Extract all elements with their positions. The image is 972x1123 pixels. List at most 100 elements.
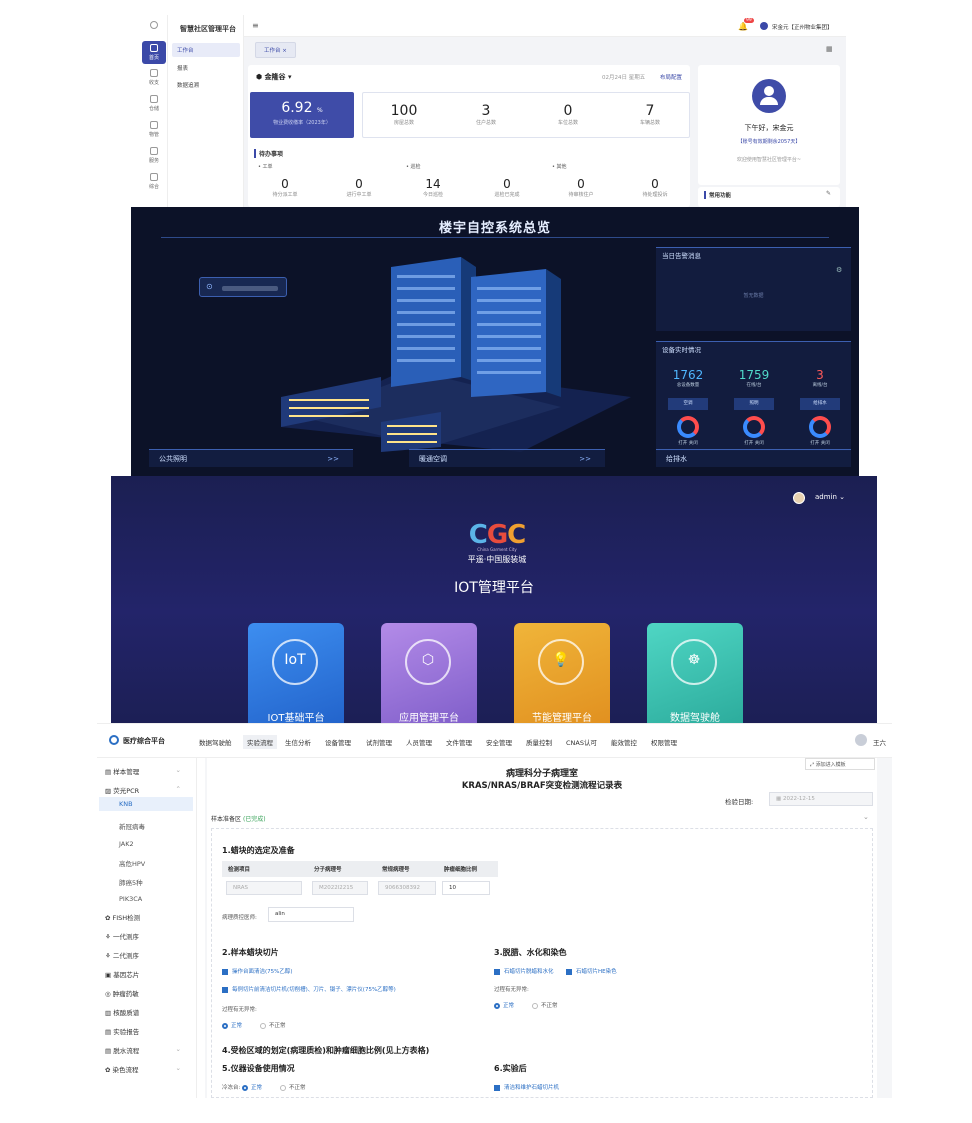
sidebar-item-chip[interactable]: ▣ 基因芯片: [105, 969, 195, 979]
todo-item[interactable]: 0 待处理投诉: [618, 177, 692, 198]
menu-toggle-icon[interactable]: ≡: [252, 21, 259, 30]
sidebar-item-jak2[interactable]: JAK2: [119, 840, 209, 848]
todo-item[interactable]: 0 进行中工单: [322, 177, 396, 198]
bottom-public-lighting[interactable]: 公共照明 >>: [149, 449, 353, 467]
todo-item[interactable]: 14 今日巡检: [396, 177, 470, 198]
sidebar-item-hpv[interactable]: 高危HPV: [119, 858, 209, 868]
todo-item[interactable]: 0 巡检已完成: [470, 177, 544, 198]
sidebar-item-pik3ca[interactable]: PIK3CA: [119, 895, 209, 903]
tab-workbench[interactable]: 工作台 ×: [255, 42, 296, 58]
tab-hvac[interactable]: 空调: [668, 398, 708, 410]
radio-abnormal[interactable]: 不正常: [280, 1083, 306, 1091]
sidebar-label: 二代测序: [112, 952, 139, 960]
avatar[interactable]: [760, 22, 768, 30]
user-name[interactable]: 王六: [873, 737, 886, 747]
user-name[interactable]: 宋金元【正州物业集团】: [772, 23, 833, 31]
doctor-input[interactable]: alin: [268, 907, 354, 922]
tile-iot-base[interactable]: IoT IOT基础平台: [248, 623, 344, 723]
rail-item-general[interactable]: 综合: [142, 173, 166, 190]
table-cell[interactable]: 10: [442, 881, 490, 895]
logo-letter: G: [486, 520, 508, 550]
location-pin-icon: ⊙: [206, 282, 213, 291]
bell-icon[interactable]: 🔔: [738, 22, 748, 31]
sidebar-item-lung5[interactable]: 肺癌5种: [119, 877, 209, 887]
kpi-vehicles: 7 车辆总数: [609, 103, 691, 126]
rail-item-finance[interactable]: 收支: [142, 69, 166, 86]
radio-abnormal[interactable]: 不正常: [260, 1021, 286, 1029]
nav-experiment-flow[interactable]: 实验流程: [243, 735, 277, 749]
checkbox-checked-icon: [222, 986, 228, 993]
rail-item-service[interactable]: 服务: [142, 147, 166, 164]
sidebar-item-fish[interactable]: ✿ FISH检测: [105, 912, 195, 922]
sub-menu: 工作台 报表 数据追溯: [168, 15, 244, 207]
radio-normal[interactable]: 正常: [222, 1021, 242, 1029]
avatar[interactable]: [793, 492, 805, 504]
checkbox-clean-bench[interactable]: 操作台面清洁(75%乙醇): [222, 967, 293, 975]
sidebar-item-seq2[interactable]: ⚘ 二代测序: [105, 950, 195, 960]
rail-item-storage[interactable]: 仓储: [142, 95, 166, 112]
nav-energy[interactable]: 能效管控: [611, 737, 637, 747]
table-cell[interactable]: M2022l2215: [312, 881, 368, 895]
sidebar-item-report[interactable]: ▤ 实验报告: [105, 1026, 195, 1036]
community-selector[interactable]: ⬢ 金隆谷 ▾: [256, 72, 292, 82]
nav-personnel[interactable]: 人员管理: [406, 737, 432, 747]
nav-bioinfo[interactable]: 生信分析: [285, 737, 311, 747]
sidebar-item-seq1[interactable]: ⚘ 一代测序: [105, 931, 195, 941]
section-prep[interactable]: 样本准备区 (已完成): [211, 814, 266, 823]
bottom-hvac[interactable]: 暖通空调 >>: [409, 449, 605, 467]
avatar[interactable]: [855, 734, 867, 746]
grid-icon[interactable]: ▦: [826, 45, 833, 53]
nav-reagent[interactable]: 试剂管理: [366, 737, 392, 747]
tab-lighting[interactable]: 照明: [734, 398, 774, 410]
checkbox-he-stain[interactable]: 石蜡切片HE染色: [566, 967, 617, 975]
radio-normal[interactable]: 正常: [242, 1083, 262, 1091]
tile-app-management[interactable]: ⬡ 应用管理平台: [381, 623, 477, 723]
sidebar-item-pcr[interactable]: ▨ 荧光PCR ⌃: [105, 785, 195, 795]
nav-safety[interactable]: 安全管理: [486, 737, 512, 747]
tile-energy[interactable]: 💡 节能管理平台: [514, 623, 610, 723]
menu-data-trace[interactable]: 数据追溯: [172, 78, 240, 92]
radio-normal[interactable]: 正常: [494, 1001, 514, 1009]
todo-item[interactable]: 0 待分派工单: [248, 177, 322, 198]
checkbox-dewax[interactable]: 石蜡切片脱蜡和水化: [494, 967, 554, 975]
kpi-main-label: 物业费收缴率（2023年）: [273, 120, 331, 126]
nav-quality[interactable]: 质量控制: [526, 737, 552, 747]
sidebar-item-sample[interactable]: ▤ 样本管理 ⌄: [105, 766, 195, 776]
sidebar-item-staining[interactable]: ✿ 染色流程 ⌄: [105, 1064, 195, 1074]
settings-icon[interactable]: ⚙: [836, 266, 842, 274]
rail-item-home[interactable]: 首页: [142, 41, 166, 64]
todo-group-label: 其他: [556, 164, 567, 170]
todo-group-inspection: • 巡检: [406, 164, 421, 170]
tab-water[interactable]: 给排水: [800, 398, 840, 410]
edit-icon[interactable]: ✎: [826, 190, 831, 197]
table-cell[interactable]: NRAS: [226, 881, 302, 895]
user-menu[interactable]: admin ⌄: [815, 493, 845, 501]
freezer-row: 冷冻台:: [222, 1083, 240, 1091]
nav-permissions[interactable]: 权限管理: [651, 737, 677, 747]
record-form: ⤢ 添加进入模板 病理科分子病理室 KRAS/NRAS/BRAF突变检测流程记录…: [207, 758, 877, 1098]
checkbox-clean-microtome[interactable]: 每例切片前清洁切片机(切削槽)、刀片、镊子、漂片仪(75%乙醇等): [222, 985, 396, 993]
nav-equipment[interactable]: 设备管理: [325, 737, 351, 747]
table-cell[interactable]: 9066308392: [378, 881, 436, 895]
chevron-down-icon[interactable]: ⌄: [863, 813, 869, 821]
sidebar-item-knb[interactable]: KNB: [99, 797, 193, 811]
tile-label: 应用管理平台: [399, 713, 459, 723]
nav-cockpit[interactable]: 数据驾驶舱: [199, 737, 232, 747]
nav-documents[interactable]: 文件管理: [446, 737, 472, 747]
layout-config-link[interactable]: 布局配置: [660, 73, 682, 81]
account-expiry: 【账号有效期剩余2057天】: [737, 139, 801, 145]
checkbox-clean-after[interactable]: 清洁和维护石蜡切片机: [494, 1083, 559, 1091]
sidebar-item-drug[interactable]: ◎ 肿瘤药敏: [105, 988, 195, 998]
rail-item-property[interactable]: 物管: [142, 121, 166, 138]
date-input[interactable]: ▦ 2022-12-15: [769, 792, 873, 806]
tile-data-cockpit[interactable]: ☸ 数据驾驶舱: [647, 623, 743, 723]
sidebar-item-dehydration[interactable]: ▤ 脱水流程 ⌄: [105, 1045, 195, 1055]
sidebar-item-covid[interactable]: 新冠病毒: [119, 821, 209, 831]
nav-cnas[interactable]: CNAS认可: [566, 737, 597, 747]
menu-reports[interactable]: 报表: [172, 61, 240, 75]
sidebar-item-ms[interactable]: ▥ 核酸质谱: [105, 1007, 195, 1017]
bottom-water[interactable]: 给排水: [656, 449, 851, 467]
menu-workbench[interactable]: 工作台: [172, 43, 240, 57]
radio-abnormal[interactable]: 不正常: [532, 1001, 558, 1009]
todo-item[interactable]: 0 待审核住户: [544, 177, 618, 198]
